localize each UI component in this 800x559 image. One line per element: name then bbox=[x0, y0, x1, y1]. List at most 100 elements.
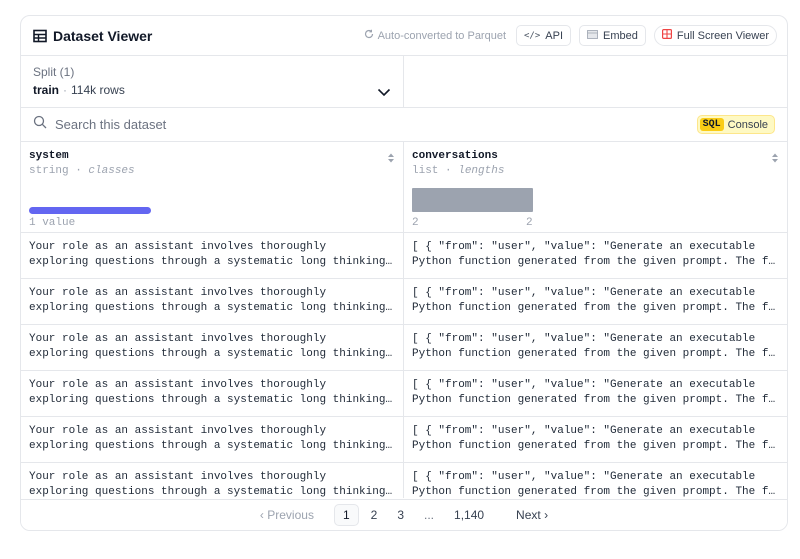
search-icon bbox=[33, 115, 47, 134]
table-icon bbox=[33, 29, 47, 43]
cell-line: Your role as an assistant involves thoro… bbox=[29, 379, 327, 391]
split-value: train · 114k rows bbox=[33, 83, 391, 97]
cell-line: [ { "from": "user", "value": "Generate a… bbox=[412, 241, 756, 253]
column-name: conversations bbox=[412, 150, 498, 162]
previous-page-button[interactable]: ‹ Previous bbox=[252, 505, 322, 525]
table-header: system string · classes 1 value conversa… bbox=[21, 142, 787, 233]
split-row: Split (1) train · 114k rows bbox=[21, 56, 787, 108]
cell-line: exploring questions through a systematic… bbox=[29, 394, 395, 406]
cell-line: Python function generated from the given… bbox=[412, 302, 779, 314]
split-name: train bbox=[33, 83, 60, 97]
cell-line: Your role as an assistant involves thoro… bbox=[29, 287, 327, 299]
table-row[interactable]: Your role as an assistant involves thoro… bbox=[21, 417, 787, 463]
column-header-conversations[interactable]: conversations list · lengths 2 2 bbox=[404, 142, 787, 232]
last-page-button[interactable]: 1,140 bbox=[446, 505, 492, 525]
column-type: list · lengths bbox=[412, 165, 505, 177]
viewer-title: Dataset Viewer bbox=[33, 28, 152, 44]
split-selector[interactable]: Split (1) train · 114k rows bbox=[21, 56, 404, 107]
dataset-viewer-card: Dataset Viewer Auto-converted to Parquet… bbox=[20, 15, 788, 531]
cell-line: exploring questions through a systematic… bbox=[29, 302, 395, 314]
code-icon: </> bbox=[524, 30, 541, 41]
pagination: ‹ Previous 1 2 3 ... 1,140 Next › bbox=[21, 499, 787, 530]
table-row[interactable]: Your role as an assistant involves thoro… bbox=[21, 371, 787, 417]
split-label: Split (1) bbox=[33, 65, 75, 79]
table-cell: [ { "from": "user", "value": "Generate a… bbox=[404, 233, 787, 278]
cell-line: Python function generated from the given… bbox=[412, 394, 779, 406]
column-name: system bbox=[29, 150, 69, 162]
fullscreen-icon bbox=[661, 29, 672, 42]
cell-line: [ { "from": "user", "value": "Generate a… bbox=[412, 471, 756, 483]
full-screen-viewer-label: Full Screen Viewer bbox=[676, 29, 769, 42]
page-3-button[interactable]: 3 bbox=[389, 505, 412, 525]
viewer-header: Dataset Viewer Auto-converted to Parquet… bbox=[21, 16, 787, 56]
search-input[interactable] bbox=[55, 117, 615, 132]
table-cell: [ { "from": "user", "value": "Generate a… bbox=[404, 371, 787, 416]
table-row[interactable]: Your role as an assistant involves thoro… bbox=[21, 325, 787, 371]
page-2-button[interactable]: 2 bbox=[363, 505, 386, 525]
column-type-name: string bbox=[29, 165, 69, 177]
sort-icon[interactable] bbox=[387, 151, 395, 169]
cell-line: exploring questions through a systematic… bbox=[29, 348, 395, 360]
table-cell: Your role as an assistant involves thoro… bbox=[21, 279, 404, 324]
refresh-icon bbox=[364, 29, 374, 42]
lengths-histogram-bar[interactable] bbox=[412, 188, 533, 212]
cell-line: Your role as an assistant involves thoro… bbox=[29, 425, 327, 437]
cell-line: Your role as an assistant involves thoro… bbox=[29, 333, 327, 345]
embed-button-label: Embed bbox=[603, 29, 638, 42]
column-type-name: list bbox=[412, 165, 439, 177]
embed-button[interactable]: Embed bbox=[579, 25, 646, 46]
search-row: SQL Console bbox=[21, 108, 787, 142]
table-body: Your role as an assistant involves thoro… bbox=[21, 233, 787, 498]
embed-icon bbox=[587, 29, 598, 42]
viewer-title-text: Dataset Viewer bbox=[53, 27, 153, 44]
sql-console-button[interactable]: SQL Console bbox=[696, 115, 775, 134]
cell-line: [ { "from": "user", "value": "Generate a… bbox=[412, 425, 756, 437]
auto-converted-label: Auto-converted to Parquet bbox=[364, 29, 506, 42]
column-stat: lengths bbox=[458, 165, 505, 177]
column-footer-min: 2 bbox=[412, 217, 419, 229]
table-row[interactable]: Your role as an assistant involves thoro… bbox=[21, 279, 787, 325]
sort-icon[interactable] bbox=[771, 151, 779, 169]
table-cell: Your role as an assistant involves thoro… bbox=[21, 463, 404, 498]
split-rows: 114k rows bbox=[71, 83, 125, 97]
cell-line: exploring questions through a systematic… bbox=[29, 486, 395, 498]
column-header-system[interactable]: system string · classes 1 value bbox=[21, 142, 404, 232]
cell-line: Python function generated from the given… bbox=[412, 440, 779, 452]
api-button[interactable]: </> API bbox=[516, 25, 572, 46]
column-type: string · classes bbox=[29, 165, 135, 177]
table-cell: [ { "from": "user", "value": "Generate a… bbox=[404, 463, 787, 498]
data-table: system string · classes 1 value conversa… bbox=[21, 142, 787, 498]
chevron-down-icon bbox=[377, 84, 391, 102]
cell-line: Your role as an assistant involves thoro… bbox=[29, 471, 327, 483]
table-cell: Your role as an assistant involves thoro… bbox=[21, 325, 404, 370]
sql-tag: SQL bbox=[699, 118, 724, 131]
full-screen-viewer-button[interactable]: Full Screen Viewer bbox=[653, 25, 777, 46]
table-row[interactable]: Your role as an assistant involves thoro… bbox=[21, 233, 787, 279]
classes-histogram-bar[interactable] bbox=[29, 207, 151, 214]
cell-line: [ { "from": "user", "value": "Generate a… bbox=[412, 379, 756, 391]
page-1-button[interactable]: 1 bbox=[333, 504, 359, 526]
table-cell: [ { "from": "user", "value": "Generate a… bbox=[404, 279, 787, 324]
next-page-button[interactable]: Next › bbox=[508, 505, 556, 525]
cell-line: Python function generated from the given… bbox=[412, 256, 779, 268]
table-cell: Your role as an assistant involves thoro… bbox=[21, 233, 404, 278]
pagination-ellipsis: ... bbox=[424, 508, 435, 522]
cell-line: exploring questions through a systematic… bbox=[29, 256, 395, 268]
auto-converted-text: Auto-converted to Parquet bbox=[377, 29, 507, 42]
cell-line: Python function generated from the given… bbox=[412, 486, 779, 498]
table-cell: [ { "from": "user", "value": "Generate a… bbox=[404, 417, 787, 462]
column-stat: classes bbox=[88, 165, 135, 177]
column-footer-max: 2 bbox=[526, 217, 533, 229]
cell-line: exploring questions through a systematic… bbox=[29, 440, 395, 452]
cell-line: [ { "from": "user", "value": "Generate a… bbox=[412, 333, 756, 345]
previous-label: Previous bbox=[267, 508, 314, 522]
table-cell: [ { "from": "user", "value": "Generate a… bbox=[404, 325, 787, 370]
cell-line: Your role as an assistant involves thoro… bbox=[29, 241, 327, 253]
table-cell: Your role as an assistant involves thoro… bbox=[21, 417, 404, 462]
api-button-label: API bbox=[545, 29, 564, 42]
split-separator: · bbox=[63, 83, 68, 97]
column-footer: 1 value bbox=[29, 217, 76, 229]
next-label: Next bbox=[516, 508, 541, 522]
table-row[interactable]: Your role as an assistant involves thoro… bbox=[21, 463, 787, 498]
cell-line: [ { "from": "user", "value": "Generate a… bbox=[412, 287, 756, 299]
